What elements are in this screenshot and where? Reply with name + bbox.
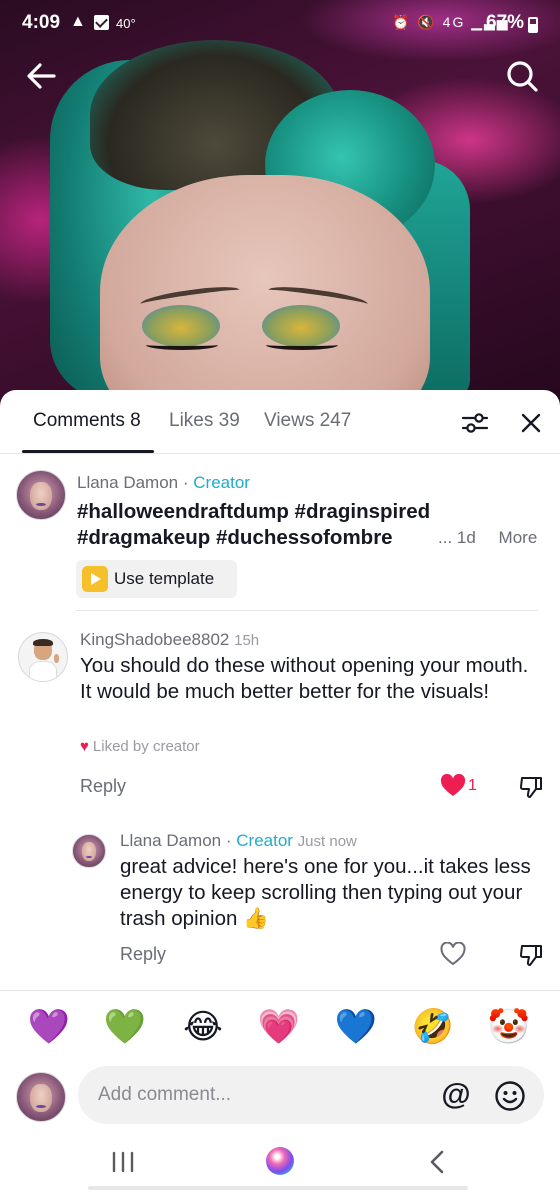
comment-text: You should do these without opening your… — [80, 654, 529, 703]
face — [100, 175, 430, 410]
video-preview — [0, 0, 560, 410]
comments-sheet: Comments 8 Likes 39 Views 247 Llana Damo… — [0, 390, 560, 1200]
like-button[interactable] — [440, 773, 466, 803]
heart-outline-icon — [440, 941, 466, 966]
warning-icon: ▲ — [70, 13, 86, 30]
back-arrow-icon — [27, 63, 56, 89]
reply-author[interactable]: Llana Damon · Creator Just now — [120, 831, 357, 851]
add-comment-input[interactable] — [78, 1066, 544, 1124]
thumbs-down-icon — [519, 945, 542, 966]
reply-dislike-button[interactable] — [518, 942, 544, 973]
reply-button[interactable]: Reply — [80, 776, 126, 797]
reply-text: great advice! here's one for you...it ta… — [120, 855, 531, 930]
like-count: 1 — [468, 777, 477, 794]
caption-author-name: Llana Damon — [77, 473, 179, 492]
rolling-laughing-emoji[interactable]: 🤣 — [411, 1005, 455, 1049]
sliders-icon — [461, 413, 489, 433]
quick-emoji-bar: 💜 💚 😂 💗 💙 🤣 🤡 — [0, 990, 560, 1066]
battery-icon — [528, 17, 538, 33]
comment-author-name: KingShadobee8802 — [80, 630, 230, 649]
creator-avatar[interactable] — [16, 470, 66, 520]
status-bar: 4:09 ▲ 40° ⏰ 🔇 4G ▁▃▅ 67% — [0, 0, 560, 48]
caption-text: #halloweendraftdump #draginspired #dragm… — [77, 499, 430, 551]
smiley-icon — [495, 1081, 525, 1111]
recent-apps-button[interactable] — [110, 1150, 136, 1174]
use-template-button[interactable]: Use template — [76, 560, 237, 598]
heart-icon: ♥ — [80, 738, 89, 755]
tab-likes[interactable]: Likes 39 — [169, 410, 240, 432]
my-avatar[interactable] — [16, 1072, 66, 1122]
chevron-left-icon — [430, 1150, 444, 1174]
clown-emoji[interactable]: 🤡 — [487, 1005, 531, 1049]
liked-by-label: Liked by creator — [92, 738, 200, 755]
reply-reply-button[interactable]: Reply — [120, 944, 166, 965]
tab-bar: Comments 8 Likes 39 Views 247 — [0, 390, 560, 454]
purple-heart-emoji[interactable]: 💜 — [27, 1005, 71, 1049]
emoji-picker-button[interactable] — [494, 1080, 526, 1112]
reply-time: Just now — [297, 833, 357, 850]
left-lashes — [146, 340, 218, 350]
caption-hashtags-line2: #dragmakeup #duchessofombre — [77, 526, 393, 549]
home-button[interactable] — [266, 1147, 294, 1175]
caption-meta: ... 1d More — [438, 528, 537, 548]
tab-comments[interactable]: Comments 8 — [33, 410, 141, 432]
search-button[interactable] — [502, 58, 542, 94]
green-heart-emoji[interactable]: 💚 — [103, 1005, 147, 1049]
template-icon — [82, 566, 108, 592]
home-indicator — [88, 1186, 468, 1190]
reply-creator-badge: Creator — [236, 831, 293, 850]
checkbox-notification-icon — [94, 15, 109, 30]
battery-percent: 67% — [486, 12, 525, 33]
back-button[interactable] — [22, 58, 62, 94]
comment-time: 15h — [234, 632, 260, 649]
divider — [76, 610, 538, 611]
close-icon — [521, 413, 541, 433]
active-tab-indicator — [22, 450, 154, 453]
system-back-button[interactable] — [426, 1148, 448, 1176]
reply-author-name: Llana Damon — [120, 831, 222, 850]
right-lashes — [266, 340, 338, 350]
thumbs-down-icon — [519, 777, 542, 798]
more-link[interactable]: More — [499, 528, 538, 547]
tab-views[interactable]: Views 247 — [264, 410, 351, 432]
mention-button[interactable]: @ — [440, 1080, 472, 1112]
network-type: 4G — [442, 14, 466, 30]
commenter-avatar[interactable] — [18, 632, 68, 682]
search-icon — [507, 61, 538, 92]
recent-apps-icon — [112, 1151, 134, 1173]
status-time: 4:09 — [22, 12, 61, 33]
pink-heart-emoji[interactable]: 💗 — [257, 1005, 301, 1049]
dislike-button[interactable] — [518, 774, 544, 805]
caption-hashtags-line1: #halloweendraftdump #draginspired — [77, 500, 431, 523]
liked-by-creator: ♥ Liked by creator — [80, 738, 200, 755]
reply-avatar[interactable] — [72, 834, 106, 868]
blue-heart-emoji[interactable]: 💙 — [334, 1005, 378, 1049]
caption-time: ... 1d — [438, 528, 476, 547]
close-button[interactable] — [516, 408, 546, 438]
reply-like-button[interactable] — [440, 941, 466, 971]
creator-badge: Creator — [193, 473, 250, 492]
use-template-label: Use template — [114, 569, 215, 588]
filter-button[interactable] — [460, 408, 490, 438]
comment-author[interactable]: KingShadobee8802 15h — [80, 630, 259, 650]
caption-author[interactable]: Llana Damon · Creator — [77, 473, 250, 493]
tears-of-joy-emoji[interactable]: 😂 — [181, 1005, 225, 1049]
heart-filled-icon — [440, 773, 466, 796]
status-temperature: 40° — [116, 16, 136, 31]
